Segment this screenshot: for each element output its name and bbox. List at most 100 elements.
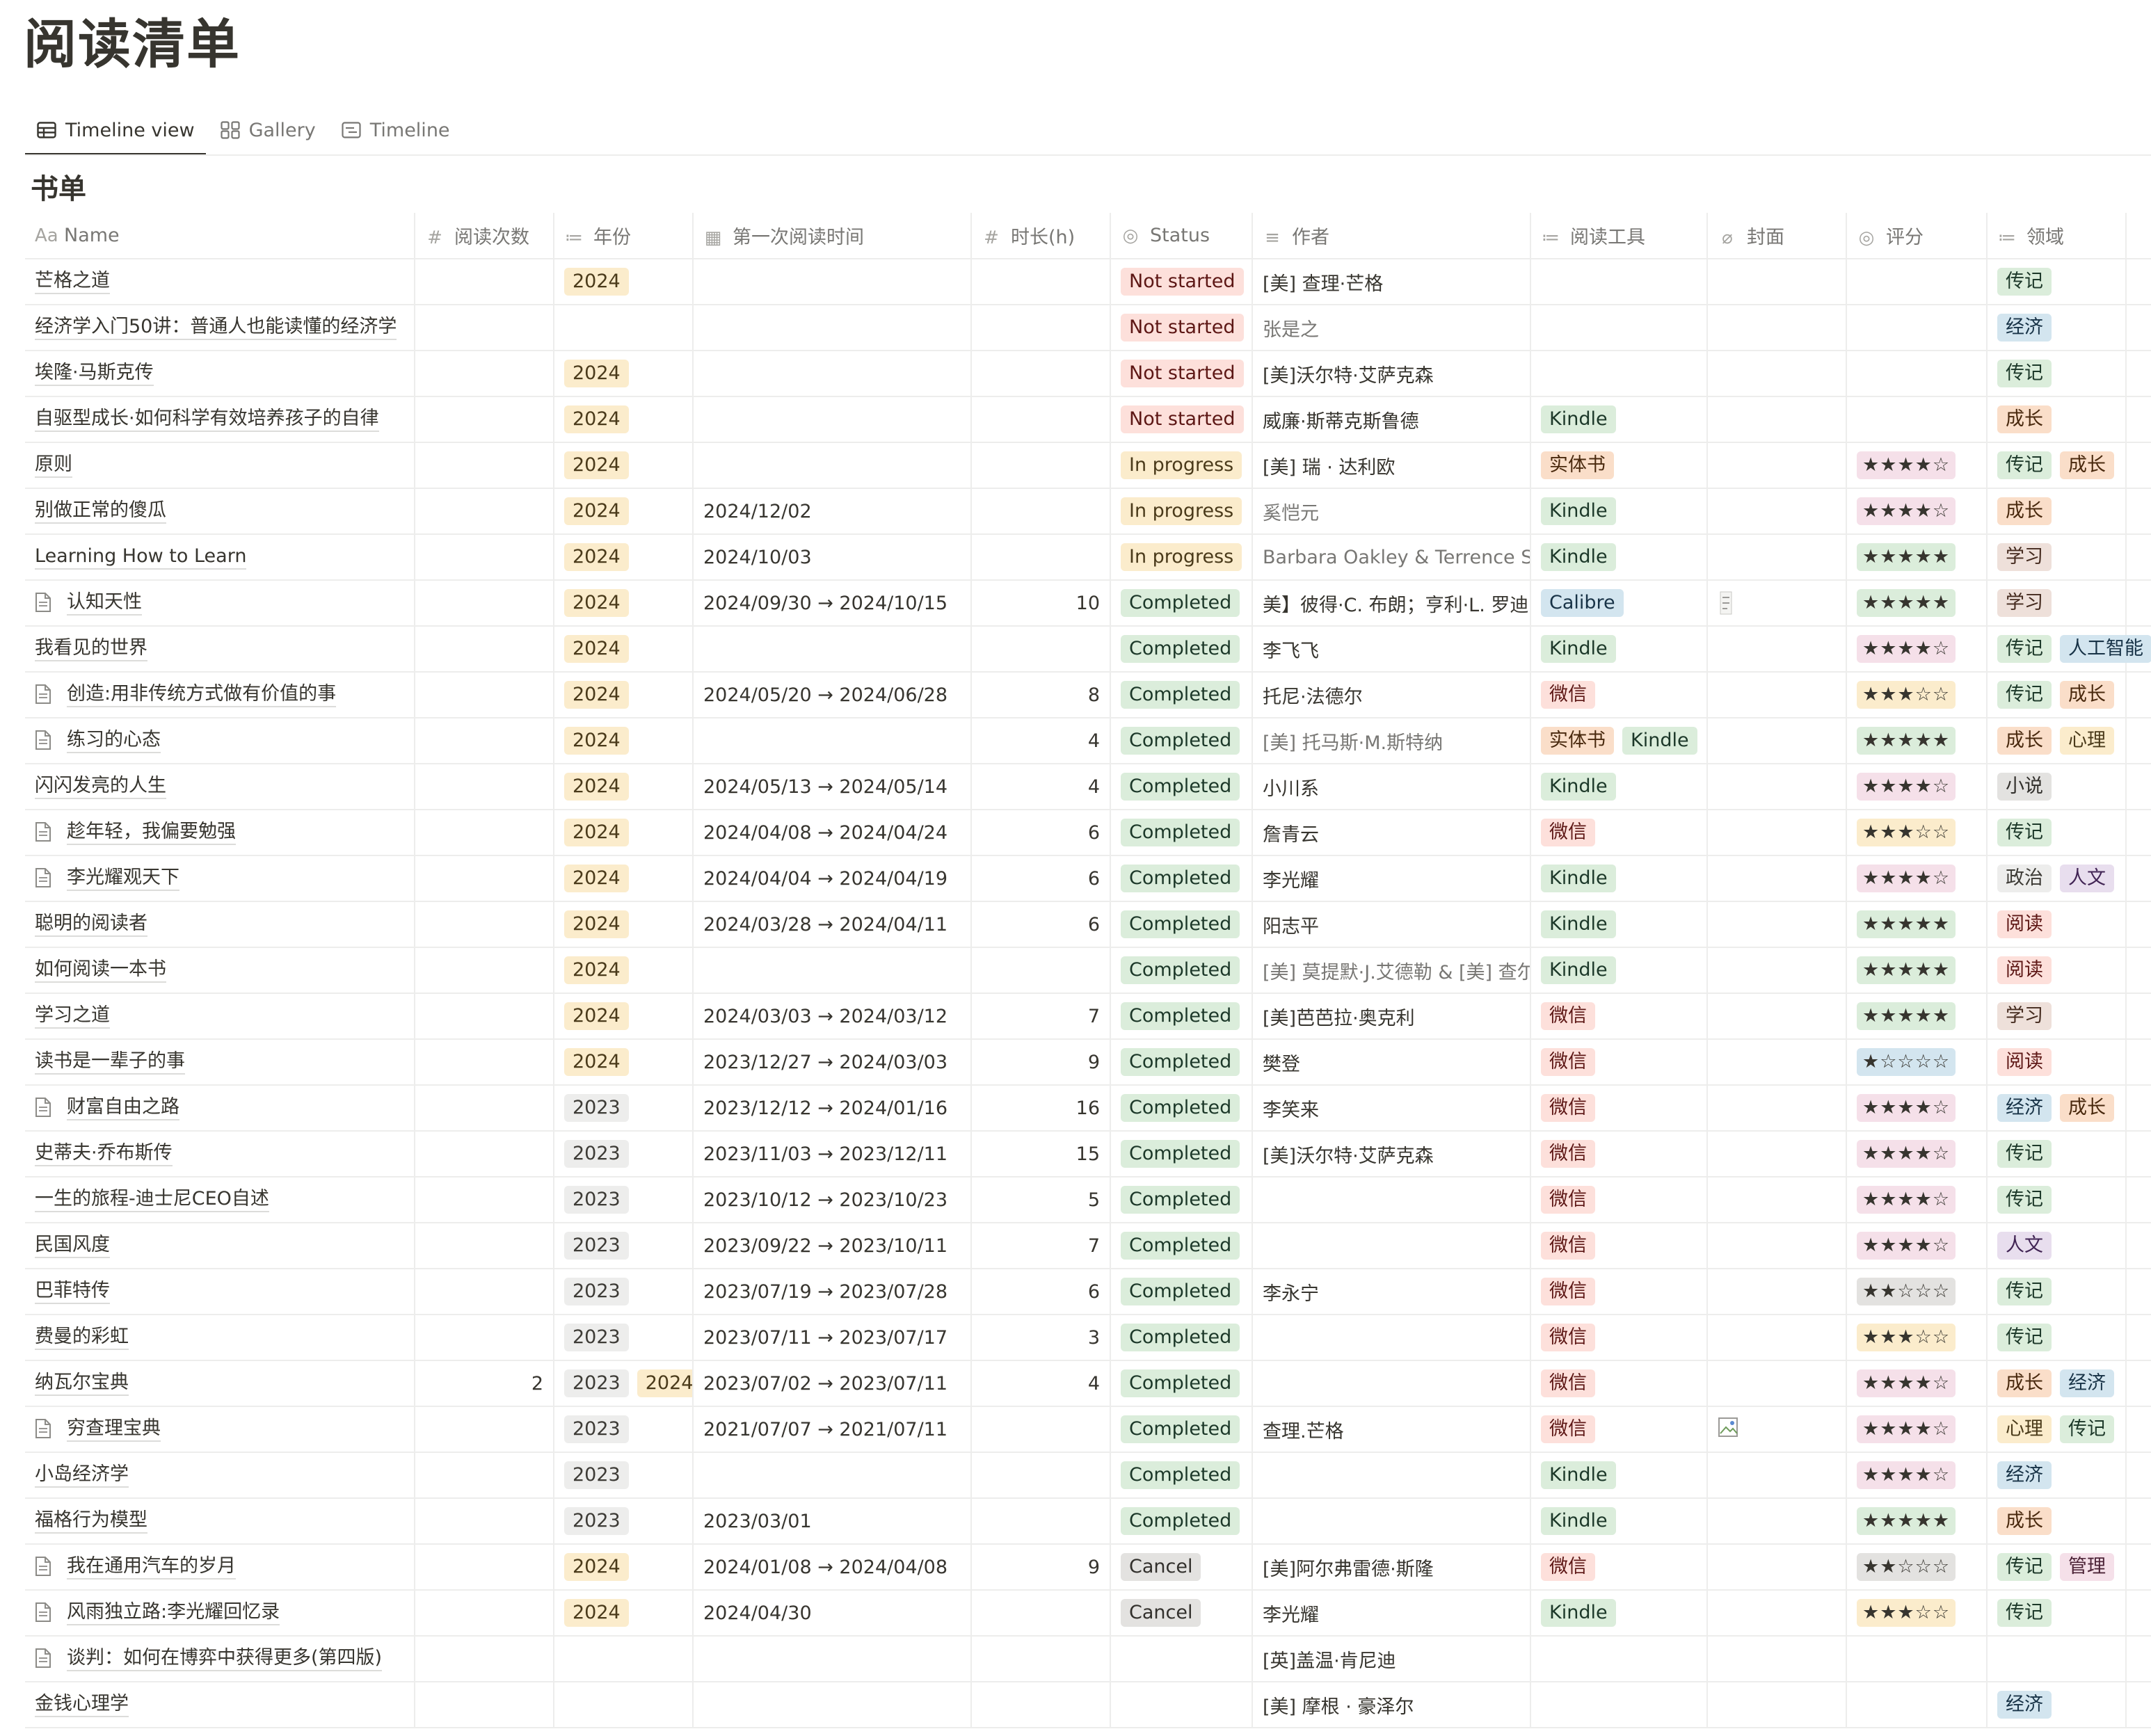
- cell-duration[interactable]: 4: [971, 764, 1111, 810]
- cell-year[interactable]: 2024: [554, 580, 694, 627]
- cell-duration[interactable]: [971, 534, 1111, 581]
- table-row[interactable]: 福格行为模型 2023 2023/03/01 Completed Kindle ★★★★★…: [25, 1498, 2151, 1545]
- tab-timeline-view[interactable]: Timeline view: [25, 104, 206, 156]
- cell-status[interactable]: Not started: [1110, 259, 1253, 305]
- cell-read-count[interactable]: [415, 580, 554, 627]
- cell-reading-tool[interactable]: Kindle: [1530, 626, 1708, 673]
- cell-name[interactable]: 小岛经济学: [25, 1452, 415, 1499]
- book-name[interactable]: 谈判：如何在博弈中获得更多(第四版): [67, 1646, 383, 1671]
- cell-first-read-date[interactable]: 2023/11/03 → 2023/12/11: [693, 1131, 972, 1178]
- author-name[interactable]: [美] 托马斯·M.斯特纳: [1263, 732, 1443, 754]
- cell-author[interactable]: [美] 托马斯·M.斯特纳: [1252, 718, 1531, 764]
- cell-cover[interactable]: [1707, 1360, 1847, 1407]
- cell-reading-tool[interactable]: [1530, 1636, 1708, 1682]
- cell-field[interactable]: 学习: [1987, 993, 2127, 1040]
- book-name[interactable]: 经济学入门50讲：普通人也能读懂的经济学: [35, 315, 397, 340]
- cell-author[interactable]: 李光耀: [1252, 855, 1531, 902]
- cell-name[interactable]: 费曼的彩虹: [25, 1315, 415, 1361]
- cell-duration[interactable]: 7: [971, 1223, 1111, 1269]
- cell-rating[interactable]: [1846, 351, 1988, 397]
- book-name[interactable]: 如何阅读一本书: [35, 958, 166, 983]
- cell-reading-tool[interactable]: 微信: [1530, 1223, 1708, 1269]
- table-row[interactable]: 经济学入门50讲：普通人也能读懂的经济学 Not started 张是之 经济: [25, 305, 2151, 351]
- cell-cover[interactable]: [1707, 1452, 1847, 1499]
- cell-first-read-date[interactable]: [693, 305, 972, 351]
- cell-duration[interactable]: 6: [971, 901, 1111, 948]
- book-name[interactable]: 读书是一辈子的事: [35, 1050, 185, 1075]
- cell-name[interactable]: 史蒂夫·乔布斯传: [25, 1131, 415, 1178]
- cell-reading-tool[interactable]: Kindle: [1530, 396, 1708, 443]
- cell-read-count[interactable]: [415, 1039, 554, 1086]
- cell-reading-tool[interactable]: [1530, 305, 1708, 351]
- cell-name[interactable]: 福格行为模型: [25, 1498, 415, 1545]
- cell-status[interactable]: Completed: [1110, 1452, 1253, 1499]
- cell-field[interactable]: 成长 经济: [1987, 1360, 2127, 1407]
- cell-rating[interactable]: ★★★★☆: [1846, 442, 1988, 489]
- cell-year[interactable]: 2024: [554, 901, 694, 948]
- column-header-year[interactable]: ≔ 年份: [554, 213, 694, 259]
- book-name[interactable]: 聪明的阅读者: [35, 912, 147, 937]
- book-name[interactable]: 穷查理宝典: [67, 1417, 161, 1442]
- cell-name[interactable]: 如何阅读一本书: [25, 947, 415, 994]
- cell-read-count[interactable]: [415, 1315, 554, 1361]
- cell-duration[interactable]: 6: [971, 1269, 1111, 1315]
- cell-cover[interactable]: [1707, 1269, 1847, 1315]
- table-row[interactable]: 芒格之道 2024 Not started [美] 查理·芒格 传记: [25, 259, 2151, 305]
- cell-author[interactable]: [美]沃尔特·艾萨克森: [1252, 351, 1531, 397]
- cell-name[interactable]: Learning How to Learn: [25, 534, 415, 581]
- cell-read-count[interactable]: [415, 1590, 554, 1637]
- cell-rating[interactable]: ★★★★★: [1846, 993, 1988, 1040]
- cell-rating[interactable]: ★★☆☆☆: [1846, 1544, 1988, 1591]
- cell-duration[interactable]: [971, 1452, 1111, 1499]
- table-row[interactable]: 读书是一辈子的事 2024 2023/12/27 → 2024/03/03 9 Comp…: [25, 1039, 2151, 1086]
- cell-duration[interactable]: [971, 626, 1111, 673]
- cell-status[interactable]: In progress: [1110, 488, 1253, 535]
- cell-first-read-date[interactable]: [693, 947, 972, 994]
- cell-field[interactable]: 成长: [1987, 396, 2127, 443]
- cell-name[interactable]: 原则: [25, 442, 415, 489]
- cell-year[interactable]: 2023: [554, 1315, 694, 1361]
- cell-field[interactable]: 心理 传记: [1987, 1406, 2127, 1453]
- table-row[interactable]: 我在通用汽车的岁月 2024 2024/01/08 → 2024/04/08 9 Can…: [25, 1544, 2151, 1591]
- cell-read-count[interactable]: [415, 259, 554, 305]
- cell-field[interactable]: 成长: [1987, 1498, 2127, 1545]
- cell-year[interactable]: 2023: [554, 1131, 694, 1178]
- cell-rating[interactable]: ★★★★★: [1846, 534, 1988, 581]
- broken-image-icon[interactable]: [1718, 1417, 1738, 1442]
- cell-name[interactable]: 埃隆·马斯克传: [25, 351, 415, 397]
- cell-rating[interactable]: ★☆☆☆☆: [1846, 1039, 1988, 1086]
- cell-read-count[interactable]: [415, 534, 554, 581]
- cell-cover[interactable]: [1707, 855, 1847, 902]
- cell-cover[interactable]: [1707, 442, 1847, 489]
- cell-read-count[interactable]: [415, 1223, 554, 1269]
- cell-reading-tool[interactable]: 实体书: [1530, 442, 1708, 489]
- cell-year[interactable]: 2024: [554, 718, 694, 764]
- cell-reading-tool[interactable]: Calibre: [1530, 580, 1708, 627]
- cell-author[interactable]: [美]沃尔特·艾萨克森: [1252, 1131, 1531, 1178]
- cell-first-read-date[interactable]: 2023/07/11 → 2023/07/17: [693, 1315, 972, 1361]
- cell-cover[interactable]: [1707, 626, 1847, 673]
- book-name[interactable]: 我在通用汽车的岁月: [67, 1554, 236, 1580]
- cell-rating[interactable]: ★★★★★: [1846, 901, 1988, 948]
- cell-reading-tool[interactable]: 微信: [1530, 672, 1708, 718]
- cell-rating[interactable]: ★★★★☆: [1846, 1360, 1988, 1407]
- cell-name[interactable]: 纳瓦尔宝典: [25, 1360, 415, 1407]
- book-name[interactable]: 金钱心理学: [35, 1692, 129, 1717]
- column-header-first-read-date[interactable]: ▦ 第一次阅读时间: [693, 213, 972, 259]
- cell-reading-tool[interactable]: Kindle: [1530, 534, 1708, 581]
- cell-status[interactable]: Completed: [1110, 1406, 1253, 1453]
- cell-name[interactable]: 读书是一辈子的事: [25, 1039, 415, 1086]
- cell-rating[interactable]: [1846, 396, 1988, 443]
- cell-field[interactable]: 传记: [1987, 1131, 2127, 1178]
- cell-year[interactable]: 2023: [554, 1498, 694, 1545]
- cell-status[interactable]: Completed: [1110, 1223, 1253, 1269]
- cell-status[interactable]: Not started: [1110, 351, 1253, 397]
- cell-year[interactable]: 2023: [554, 1085, 694, 1132]
- cell-status[interactable]: Completed: [1110, 580, 1253, 627]
- cell-reading-tool[interactable]: 实体书 Kindle: [1530, 718, 1708, 764]
- cell-status[interactable]: Completed: [1110, 1360, 1253, 1407]
- cell-status[interactable]: Completed: [1110, 1085, 1253, 1132]
- table-row[interactable]: 史蒂夫·乔布斯传 2023 2023/11/03 → 2023/12/11 15 Com…: [25, 1131, 2151, 1178]
- book-name[interactable]: 认知天性: [67, 590, 142, 616]
- cell-cover[interactable]: [1707, 1315, 1847, 1361]
